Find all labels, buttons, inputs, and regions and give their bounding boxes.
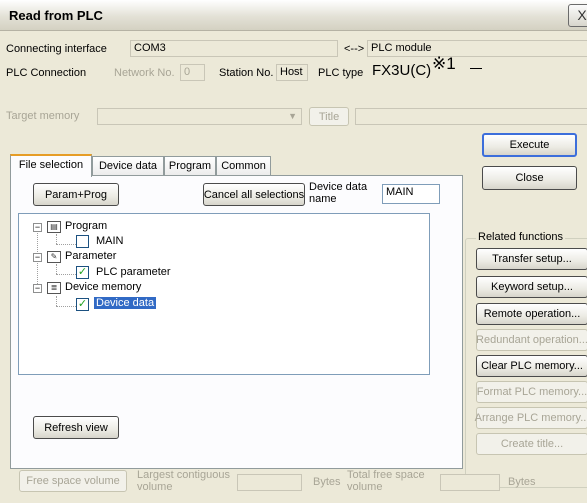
total-free-space-label: Total free space volume xyxy=(347,469,425,493)
plc-parameter-checkbox[interactable]: ✓ xyxy=(76,266,89,279)
refresh-view-button[interactable]: Refresh view xyxy=(33,416,119,439)
station-no-field: Host xyxy=(276,64,308,81)
dialog-title: Read from PLC xyxy=(9,8,103,23)
bytes-unit-2: Bytes xyxy=(508,476,536,488)
largest-contiguous-label: Largest contiguous volume xyxy=(137,469,230,493)
tree-item-device-data[interactable]: Device data xyxy=(94,297,157,309)
related-functions-label: Related functions xyxy=(476,231,565,243)
collapse-toggle[interactable]: − xyxy=(33,223,42,232)
annotation-mark: ※1 xyxy=(432,54,456,73)
plc-module-field: PLC module xyxy=(367,40,587,57)
connecting-interface-field: COM3 xyxy=(130,40,338,57)
plc-type-label: PLC type xyxy=(318,67,364,79)
close-button[interactable]: Close xyxy=(482,166,577,190)
create-title-button: Create title... xyxy=(476,433,587,455)
connection-arrow: <--> xyxy=(344,43,365,55)
main-checkbox[interactable] xyxy=(76,235,89,248)
arrange-plc-memory-button: Arrange PLC memory... xyxy=(475,407,587,429)
title-button: Title xyxy=(309,107,349,126)
tree-line xyxy=(56,306,76,307)
tab-file-selection[interactable]: File selection xyxy=(10,154,92,177)
annotation-leader-line xyxy=(470,68,482,69)
parameter-icon: ✎ xyxy=(47,251,61,263)
target-memory-label: Target memory xyxy=(6,110,80,122)
device-memory-icon: ≣ xyxy=(47,282,61,294)
tree-line xyxy=(56,234,57,244)
collapse-toggle[interactable]: − xyxy=(33,284,42,293)
title-field xyxy=(355,108,587,125)
target-memory-select: ▼ xyxy=(97,108,302,125)
title-bar[interactable]: Read from PLC X xyxy=(0,0,587,31)
cancel-all-selections-button[interactable]: Cancel all selections xyxy=(203,183,305,206)
transfer-setup-button[interactable]: Transfer setup... xyxy=(476,248,587,270)
device-data-name-label: Device data name xyxy=(309,181,368,205)
close-icon[interactable]: X xyxy=(568,4,587,27)
remote-operation-button[interactable]: Remote operation... xyxy=(476,303,587,325)
device-data-checkbox[interactable]: ✓ xyxy=(76,298,89,311)
tree-line xyxy=(56,244,76,245)
free-space-volume-button: Free space volume xyxy=(19,470,127,492)
total-free-space-field xyxy=(440,474,500,491)
tree-line xyxy=(56,264,57,274)
device-data-name-input[interactable]: MAIN xyxy=(382,184,440,204)
clear-plc-memory-button[interactable]: Clear PLC memory... xyxy=(476,355,587,377)
execute-button[interactable]: Execute xyxy=(482,133,577,157)
tree-item-device-memory[interactable]: Device memory xyxy=(65,281,141,293)
tree-item-main[interactable]: MAIN xyxy=(96,235,124,247)
largest-contiguous-field xyxy=(237,474,302,491)
connecting-interface-label: Connecting interface xyxy=(6,43,107,55)
chevron-down-icon: ▼ xyxy=(288,111,297,121)
tree-line xyxy=(56,296,57,306)
tree-item-plc-parameter[interactable]: PLC parameter xyxy=(96,266,171,278)
collapse-toggle[interactable]: − xyxy=(33,253,42,262)
station-no-label: Station No. xyxy=(219,67,274,79)
tree-line xyxy=(56,274,76,275)
format-plc-memory-button: Format PLC memory... xyxy=(476,381,587,403)
bytes-unit-1: Bytes xyxy=(313,476,341,488)
tree-item-parameter[interactable]: Parameter xyxy=(65,250,116,262)
plc-connection-label: PLC Connection xyxy=(6,67,87,79)
tab-program[interactable]: Program xyxy=(164,156,216,175)
read-from-plc-dialog: Read from PLC X Connecting interface COM… xyxy=(0,0,587,503)
tab-common[interactable]: Common xyxy=(216,156,271,175)
plc-type-value: FX3U(C) xyxy=(372,62,432,79)
param-prog-button[interactable]: Param+Prog xyxy=(33,183,119,206)
tree-item-program[interactable]: Program xyxy=(65,220,107,232)
network-no-field: 0 xyxy=(180,64,205,81)
redundant-operation-button: Redundant operation... xyxy=(476,329,587,351)
tab-device-data[interactable]: Device data xyxy=(92,156,164,175)
keyword-setup-button[interactable]: Keyword setup... xyxy=(476,276,587,298)
program-icon: ▤ xyxy=(47,221,61,233)
network-no-label: Network No. xyxy=(114,67,175,79)
